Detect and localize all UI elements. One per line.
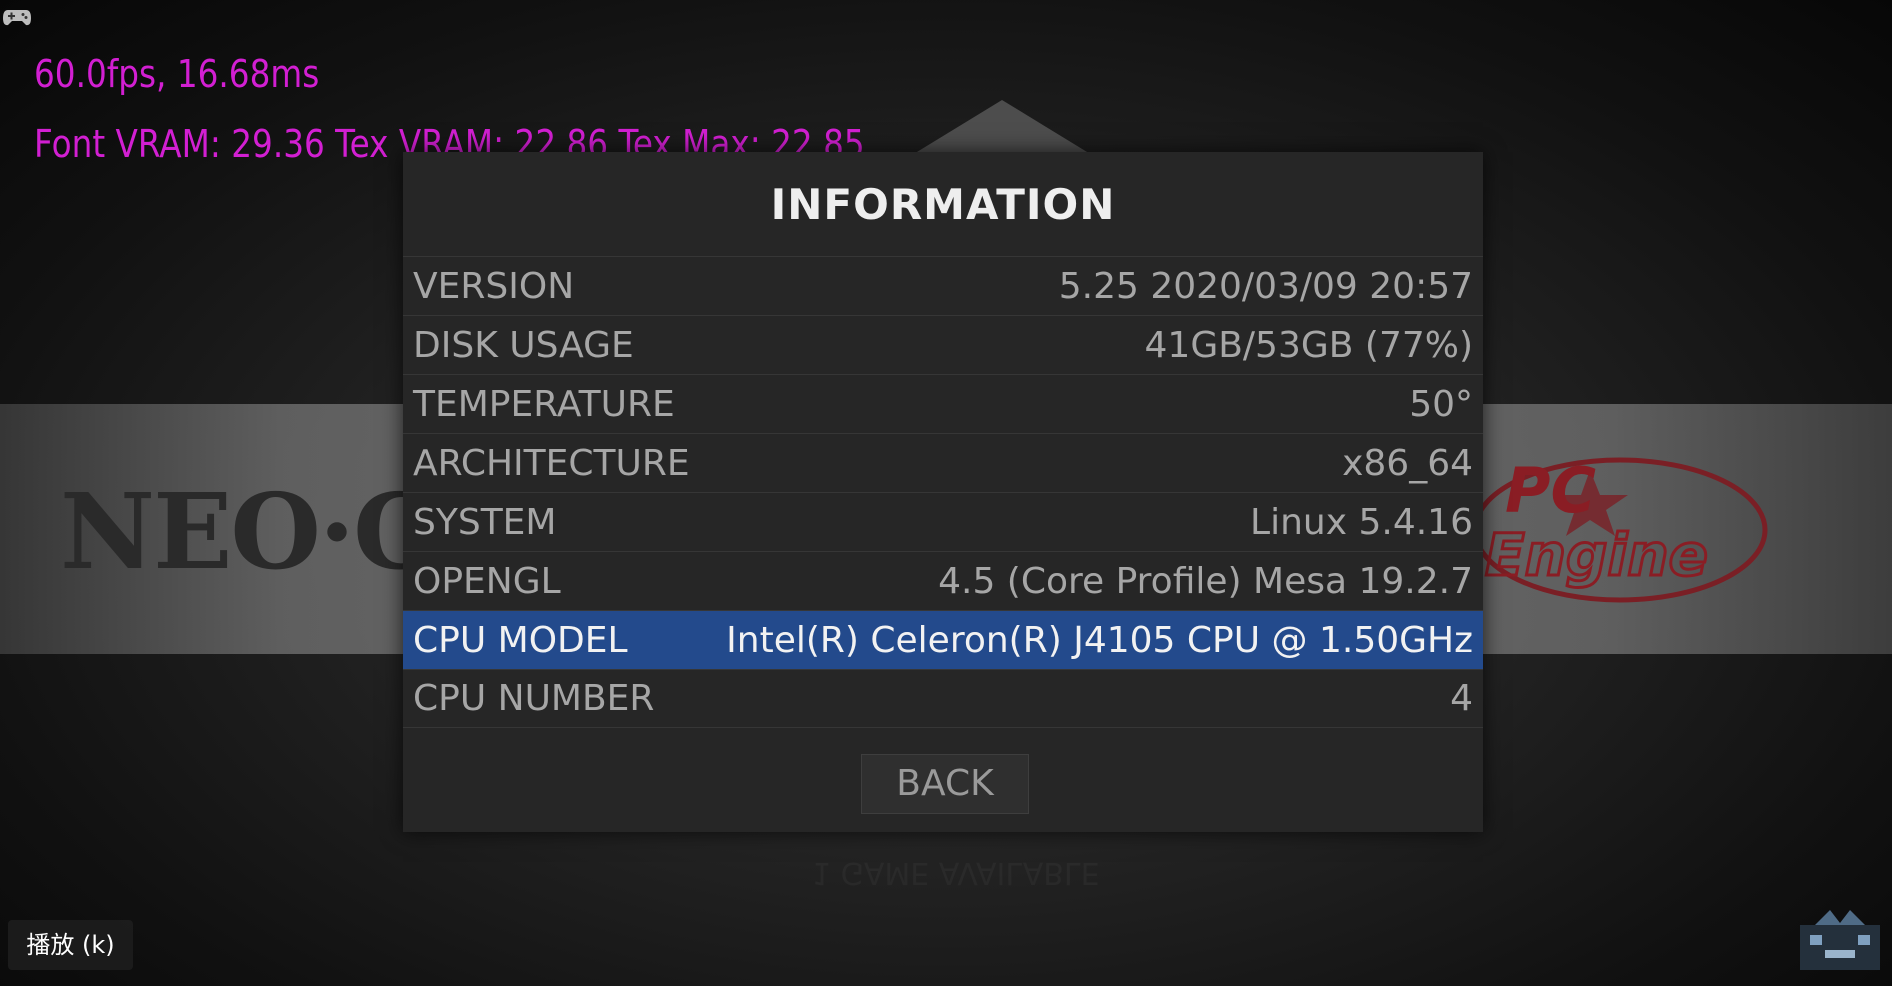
info-row-version[interactable]: VERSION 5.25 2020/03/09 20:57 xyxy=(403,256,1483,315)
info-value: 4 xyxy=(1450,678,1473,719)
info-key: SYSTEM xyxy=(413,501,557,543)
back-button[interactable]: BACK xyxy=(861,754,1029,814)
pcengine-system-logo[interactable]: PC Engine xyxy=(1470,430,1770,620)
game-count-reflection: 1 GAME AVAILABLE xyxy=(812,855,1100,890)
info-row-opengl[interactable]: OPENGL 4.5 (Core Profile) Mesa 19.2.7 xyxy=(403,551,1483,610)
info-key: TEMPERATURE xyxy=(413,383,675,425)
info-value: Intel(R) Celeron(R) J4105 CPU @ 1.50GHz xyxy=(726,619,1473,661)
channel-logo-icon xyxy=(1800,910,1880,970)
dialog-title: INFORMATION xyxy=(770,180,1116,229)
info-value: Linux 5.4.16 xyxy=(1250,501,1473,543)
info-key: VERSION xyxy=(413,265,575,307)
info-key: ARCHITECTURE xyxy=(413,442,690,484)
information-list: VERSION 5.25 2020/03/09 20:57 DISK USAGE… xyxy=(403,256,1483,728)
info-key: DISK USAGE xyxy=(413,324,634,366)
info-row-cpu-number[interactable]: CPU NUMBER 4 xyxy=(403,669,1483,728)
info-value: 41GB/53GB (77%) xyxy=(1144,324,1473,366)
info-key: CPU NUMBER xyxy=(413,678,655,719)
info-row-architecture[interactable]: ARCHITECTURE x86_64 xyxy=(403,433,1483,492)
information-dialog: INFORMATION VERSION 5.25 2020/03/09 20:5… xyxy=(403,152,1483,832)
info-value: 50° xyxy=(1409,383,1473,425)
pcengine-logo-pc: PC xyxy=(1505,454,1596,527)
pcengine-logo-engine: Engine xyxy=(1485,521,1708,589)
info-row-cpu-model[interactable]: CPU MODEL Intel(R) Celeron(R) J4105 CPU … xyxy=(403,610,1483,669)
info-row-disk-usage[interactable]: DISK USAGE 41GB/53GB (77%) xyxy=(403,315,1483,374)
info-value: x86_64 xyxy=(1342,442,1473,484)
gamepad-icon xyxy=(3,10,31,26)
info-value: 5.25 2020/03/09 20:57 xyxy=(1058,265,1473,307)
info-row-system[interactable]: SYSTEM Linux 5.4.16 xyxy=(403,492,1483,551)
info-key: OPENGL xyxy=(413,560,561,602)
carousel-up-arrow xyxy=(912,100,1092,155)
fps-readout: 60.0fps, 16.68ms xyxy=(34,52,320,96)
info-value: 4.5 (Core Profile) Mesa 19.2.7 xyxy=(938,560,1473,602)
play-button[interactable]: 播放 (k) xyxy=(8,920,133,970)
info-row-temperature[interactable]: TEMPERATURE 50° xyxy=(403,374,1483,433)
info-key: CPU MODEL xyxy=(413,619,628,661)
